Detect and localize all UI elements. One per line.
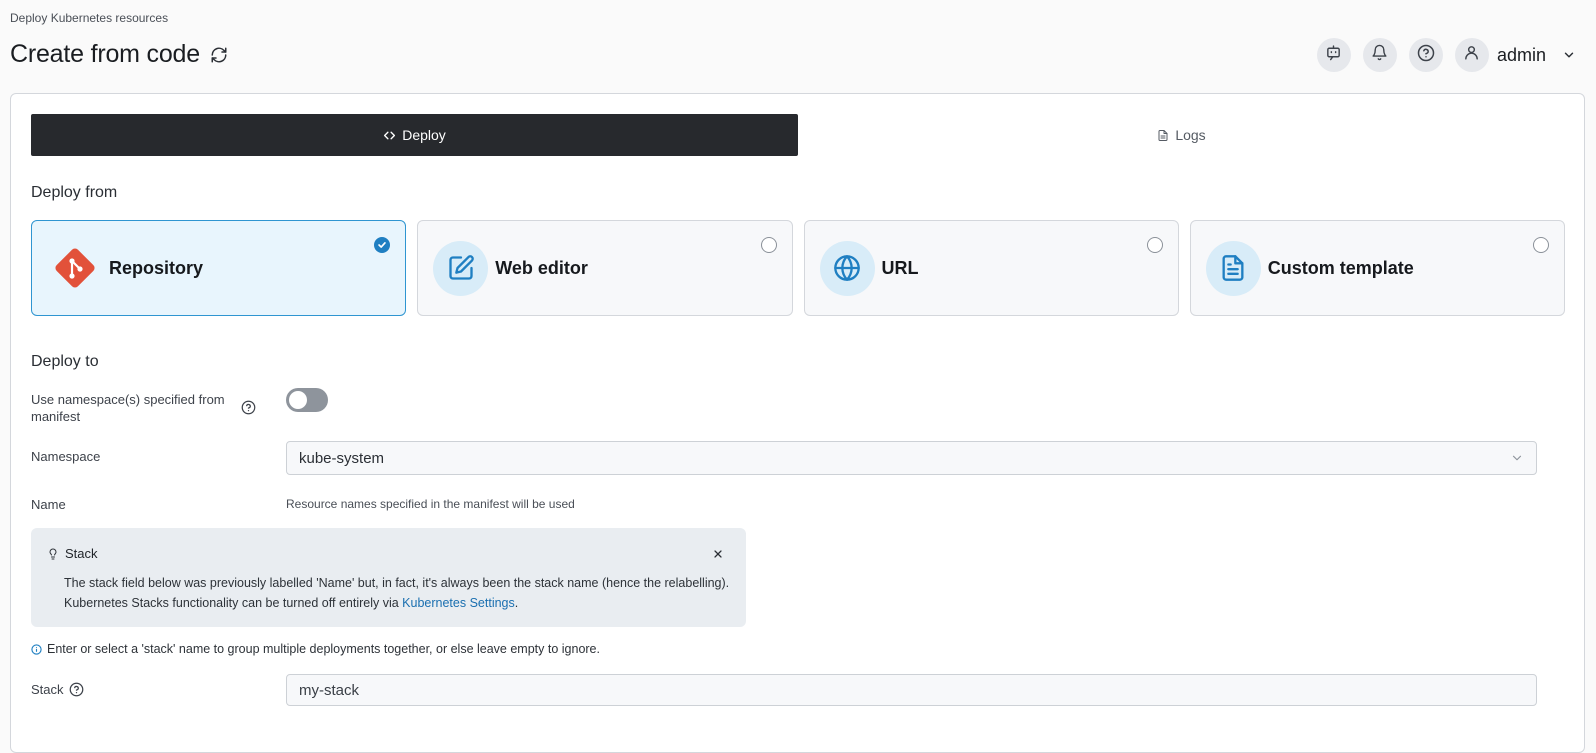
code-icon [383, 129, 396, 142]
deploy-from-options: Repository Web editor URL Custom templat… [31, 220, 1565, 316]
info-icon [31, 643, 42, 655]
use-namespace-toggle[interactable] [286, 388, 328, 412]
use-namespace-label: Use namespace(s) specified from manifest [31, 392, 225, 424]
bell-icon [1371, 44, 1388, 66]
breadcrumb: Deploy Kubernetes resources [10, 11, 169, 25]
alert-title: Stack [65, 546, 98, 561]
alert-header: Stack [47, 546, 98, 561]
tab-deploy[interactable]: Deploy [31, 114, 798, 156]
globe-icon [819, 240, 875, 296]
alert-line-2-suffix: . [514, 596, 519, 610]
namespace-label: Namespace [31, 449, 101, 464]
tab-bar: Deploy Logs [31, 114, 1565, 156]
user-menu[interactable]: admin [1454, 38, 1576, 72]
stack-alert: Stack The stack field below was previous… [31, 528, 746, 627]
close-icon[interactable] [712, 547, 724, 565]
option-url[interactable]: URL [803, 220, 1179, 316]
chevron-down-icon [1562, 48, 1576, 62]
help-circle-icon[interactable] [241, 400, 256, 415]
file-icon [1157, 129, 1169, 142]
edit-icon [433, 240, 489, 296]
option-web-editor-label: Web editor [495, 257, 588, 278]
name-label: Name [31, 497, 66, 512]
toggle-knob [289, 391, 307, 409]
stack-value: my-stack [299, 681, 359, 699]
info-text: Enter or select a 'stack' name to group … [47, 642, 600, 656]
stack-info: Enter or select a 'stack' name to group … [31, 642, 600, 656]
kubernetes-settings-link[interactable]: Kubernetes Settings [402, 596, 515, 610]
option-custom-template-label: Custom template [1267, 257, 1414, 278]
alert-line-2: Kubernetes Stacks functionality can be t… [64, 593, 729, 613]
main-panel: Deploy Logs Deploy from Repository Web e… [10, 93, 1585, 753]
name-hint: Resource names specified in the manifest… [286, 497, 575, 511]
option-url-radio[interactable] [1146, 237, 1163, 253]
user-icon [1463, 44, 1480, 66]
refresh-icon[interactable] [210, 46, 228, 64]
option-repository[interactable]: Repository [31, 220, 407, 316]
deploy-to-title: Deploy to [31, 353, 99, 370]
deploy-from-title: Deploy from [31, 184, 118, 201]
namespace-value: kube-system [299, 449, 385, 467]
user-name: admin [1496, 44, 1546, 65]
option-repository-label: Repository [109, 257, 204, 278]
option-web-editor-radio[interactable] [760, 237, 777, 253]
option-repository-radio[interactable] [374, 237, 391, 253]
help-circle-icon[interactable] [69, 682, 84, 697]
file-text-icon [1205, 240, 1261, 296]
option-custom-template[interactable]: Custom template [1189, 220, 1565, 316]
option-custom-template-radio[interactable] [1533, 237, 1549, 253]
chevron-down-icon [1510, 451, 1524, 465]
lightbulb-icon [47, 547, 59, 561]
alert-line-1: The stack field below was previously lab… [64, 576, 730, 590]
stack-label: Stack [31, 682, 64, 697]
help-circle-icon [1417, 44, 1435, 67]
alert-body: The stack field below was previously lab… [64, 573, 729, 613]
namespace-select[interactable]: kube-system [286, 441, 1537, 475]
page-title: Create from code [10, 40, 200, 68]
stack-label-group: Stack [31, 682, 84, 697]
help-button[interactable] [1408, 38, 1443, 72]
option-web-editor[interactable]: Web editor [417, 220, 793, 316]
alert-line-2-prefix: Kubernetes Stacks functionality can be t… [64, 596, 403, 610]
bot-message-icon [1325, 44, 1342, 66]
stack-input[interactable]: my-stack [286, 674, 1537, 706]
git-icon [47, 241, 102, 296]
assistant-button[interactable] [1316, 38, 1351, 72]
tab-logs[interactable]: Logs [798, 114, 1565, 156]
avatar [1454, 38, 1489, 72]
tab-deploy-label: Deploy [402, 127, 446, 143]
option-url-label: URL [881, 257, 919, 278]
title-row: Create from code [10, 40, 228, 69]
notifications-button[interactable] [1362, 38, 1397, 72]
top-bar: admin [1316, 38, 1576, 72]
tab-logs-label: Logs [1175, 127, 1206, 143]
